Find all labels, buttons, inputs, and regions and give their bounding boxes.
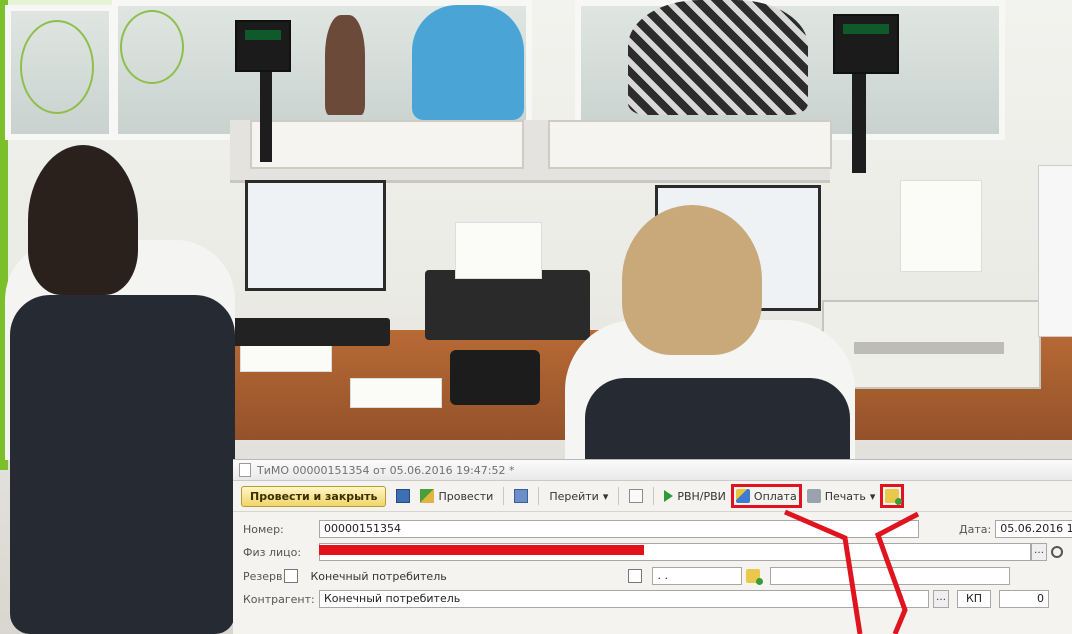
reserve-customer-text: Конечный потребитель [310,569,447,583]
printer-icon [806,489,821,503]
office-chair-left [10,295,235,634]
post-icon [420,489,435,503]
date-field[interactable]: 05.06.2016 19:47:5 [995,520,1072,538]
customer-blue-shirt [412,5,524,120]
document-icon [239,463,251,477]
display-pole-right [852,68,866,173]
payment-button[interactable]: Оплата [730,484,802,508]
customer-plaid-shirt [628,0,808,115]
chevron-down-icon: ▾ [602,489,609,503]
date-label: Дата: [959,522,992,536]
print-label: Печать [824,489,866,503]
reserve-checkbox[interactable] [284,569,299,583]
window-titlebar: ТиМО 00000151354 от 05.06.2016 19:47:52 … [233,460,1072,481]
rvn-button[interactable]: РВН/РВИ [664,490,726,503]
payment-icon [735,489,750,503]
customer-woman [325,15,365,115]
calendar-icon[interactable] [746,569,764,585]
plant-vine [120,10,184,84]
reserve-date-checkbox[interactable] [628,569,643,583]
receipt-folder-button[interactable] [880,484,905,508]
save-icon[interactable] [396,489,411,503]
phys-label: Физ лицо: [243,545,302,559]
cash-tray-right [548,120,832,169]
pharmacist-right-hair [622,205,762,355]
reserve-label: Резерв [243,569,283,583]
document-toolbar: Провести и закрыть Провести Перейти ▾ РВ… [233,481,1072,512]
play-icon [664,490,674,502]
goto-menu-button[interactable]: Перейти ▾ [549,490,608,503]
number-label: Номер: [243,522,284,536]
reserve-extra-field[interactable] [770,567,1011,585]
toolbar-separator [503,487,505,505]
reserve-date-field[interactable]: . . [652,567,743,585]
cash-tray-left [250,120,524,169]
rvn-label: РВН/РВИ [677,489,726,503]
toolbar-separator [653,487,655,505]
goto-label: Перейти [549,489,599,503]
reserve-row: Резерв Конечный потребитель . . [243,567,1011,585]
search-icon[interactable] [1051,546,1063,558]
wall-calendar [1038,165,1072,337]
customer-display-right [833,14,899,74]
display-pole-left [260,62,272,162]
contractor-label: Контрагент: [243,592,315,606]
cash-drawer [822,300,1041,389]
kp-button[interactable]: КП [957,590,991,608]
sales-document-window: ТиМО 00000151354 от 05.06.2016 19:47:52 … [233,459,1072,634]
contractor-row: Контрагент: Конечный потребитель … КП 0 [243,590,1049,608]
post-label: Провести [438,489,494,503]
keyboard [225,318,390,346]
structure-icon[interactable] [514,489,529,503]
number-field[interactable]: 00000151354 [319,520,919,538]
chevron-down-icon: ▾ [869,489,876,503]
notepad [240,345,332,372]
window-title: ТиМО 00000151354 от 05.06.2016 19:47:52 … [257,463,515,477]
phys-select-button[interactable]: … [1031,543,1047,561]
plant-vine [20,20,94,114]
post-and-close-button[interactable]: Провести и закрыть [241,485,387,507]
contractor-field[interactable]: Конечный потребитель [319,590,929,608]
price-labels [900,180,982,272]
print-menu-button[interactable]: Печать ▾ [806,489,876,503]
customer-display-left [235,20,291,72]
payment-label: Оплата [753,489,797,503]
post-button[interactable]: Провести [420,489,493,503]
count-field[interactable]: 0 [999,590,1049,608]
add-icon[interactable] [629,489,644,503]
folder-icon [885,489,903,505]
desk-paper [350,378,442,408]
monitor-left [245,180,386,291]
number-row: Номер: 00000151354 Дата: 05.06.2016 19:4… [243,520,1072,538]
printed-document [455,222,542,279]
desk-phone [450,350,540,405]
contractor-select-button[interactable]: … [933,590,949,608]
toolbar-separator [618,487,620,505]
pharmacist-left-hair [28,145,138,295]
receipt-printer [425,270,590,340]
toolbar-separator [538,487,540,505]
redacted-name-bar [319,545,644,555]
